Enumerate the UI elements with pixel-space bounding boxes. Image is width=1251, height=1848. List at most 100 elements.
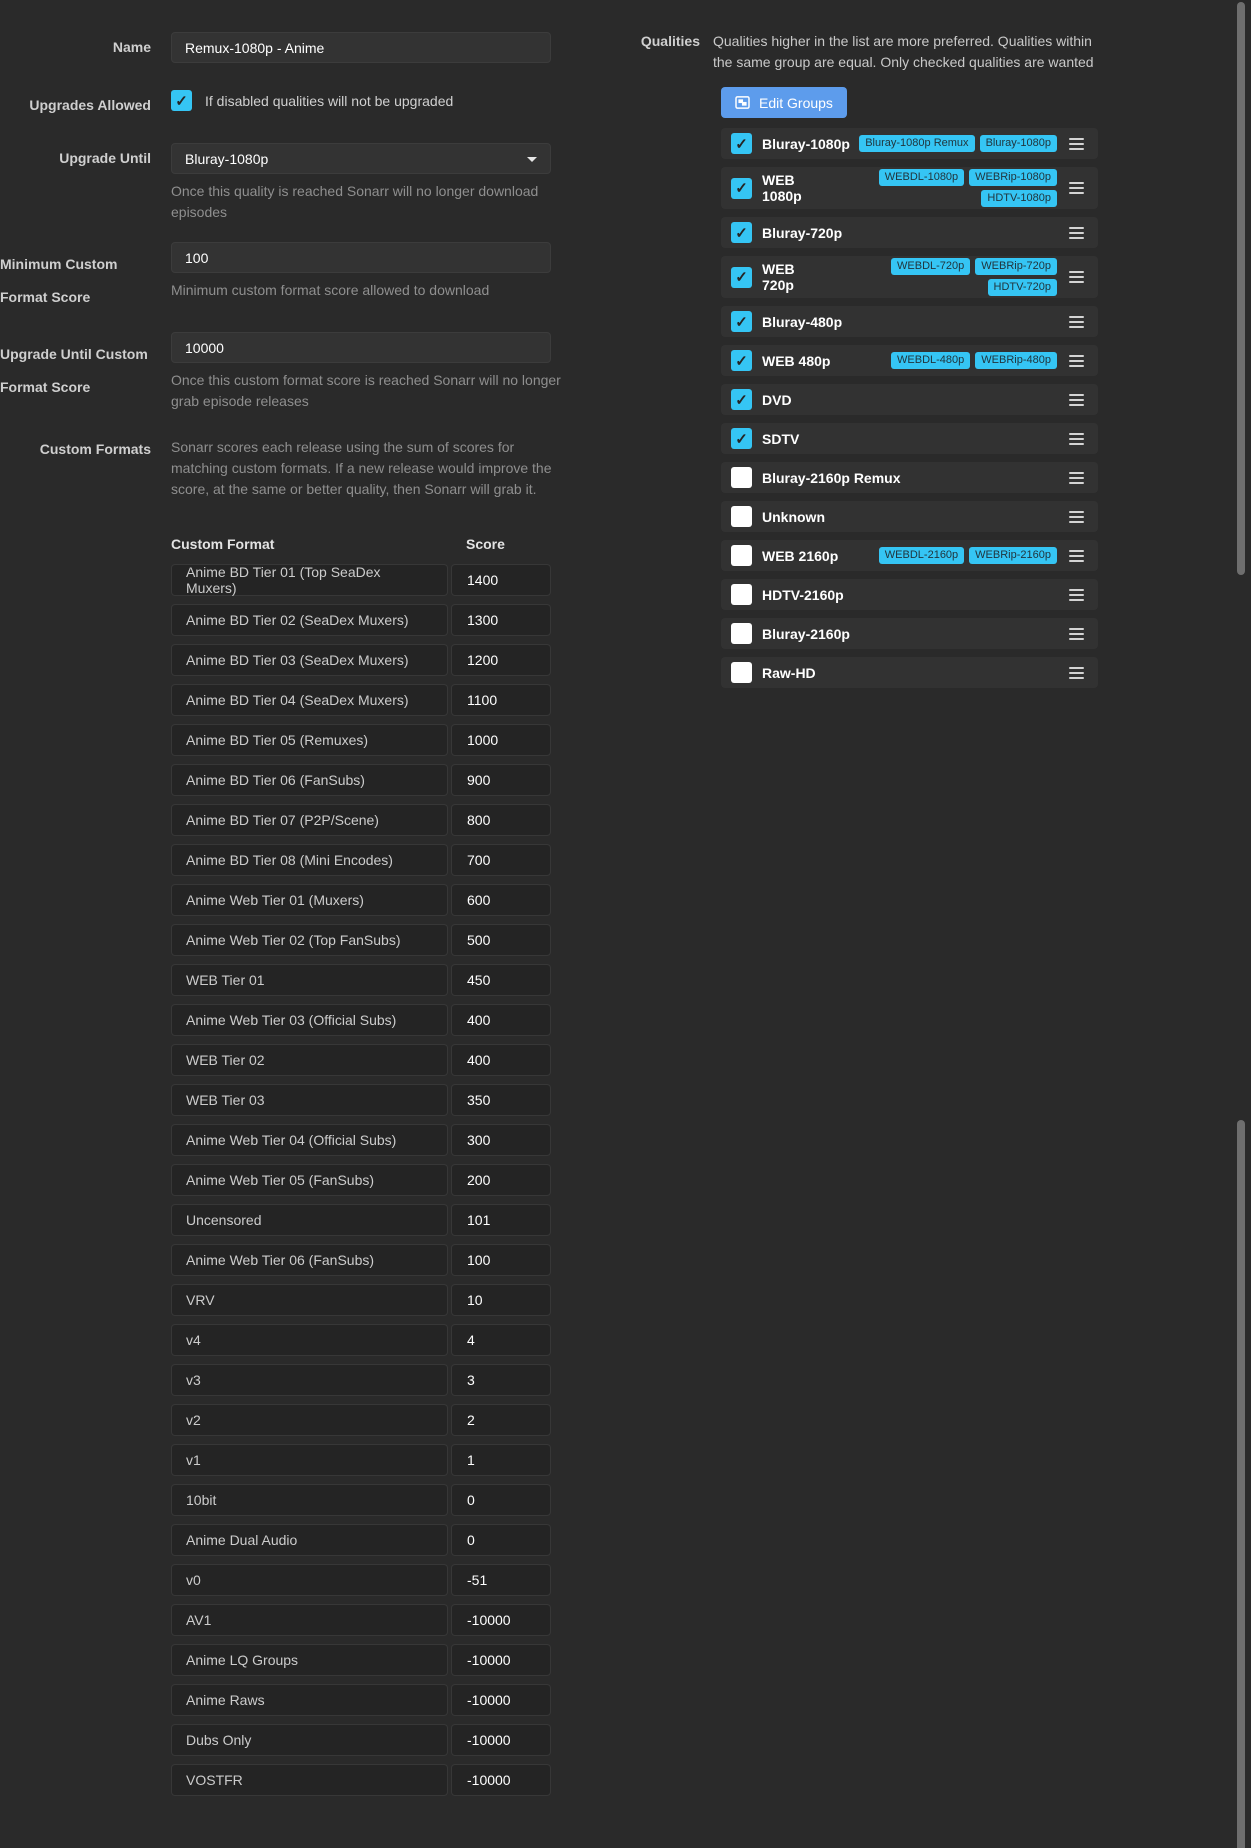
custom-format-score-input[interactable]: 450: [451, 964, 551, 996]
quality-checkbox[interactable]: [731, 623, 752, 644]
custom-format-score-input[interactable]: 101: [451, 1204, 551, 1236]
custom-format-score-input[interactable]: 10: [451, 1284, 551, 1316]
custom-format-name: Anime Web Tier 02 (Top FanSubs): [171, 924, 448, 956]
quality-checkbox[interactable]: ✓: [731, 389, 752, 410]
custom-format-name: Uncensored: [171, 1204, 448, 1236]
custom-format-score-input[interactable]: 0: [451, 1524, 551, 1556]
custom-format-score-input[interactable]: 1300: [451, 604, 551, 636]
quality-checkbox[interactable]: ✓: [731, 133, 752, 154]
custom-format-score-input[interactable]: 1400: [451, 564, 551, 596]
drag-handle-icon[interactable]: [1069, 394, 1084, 406]
drag-handle-icon[interactable]: [1069, 355, 1084, 367]
custom-format-score-input[interactable]: 700: [451, 844, 551, 876]
custom-format-name: Anime Web Tier 05 (FanSubs): [171, 1164, 448, 1196]
quality-checkbox[interactable]: ✓: [731, 428, 752, 449]
custom-format-name: v0: [171, 1564, 448, 1596]
custom-format-row: Uncensored101: [171, 1204, 551, 1236]
quality-checkbox[interactable]: [731, 584, 752, 605]
custom-format-score-input[interactable]: 1: [451, 1444, 551, 1476]
quality-row: ✓SDTV: [721, 423, 1098, 454]
drag-handle-icon[interactable]: [1069, 511, 1084, 523]
edit-groups-button[interactable]: Edit Groups: [721, 87, 847, 118]
drag-handle-icon[interactable]: [1069, 316, 1084, 328]
quality-checkbox[interactable]: ✓: [731, 222, 752, 243]
custom-format-score-input[interactable]: 400: [451, 1044, 551, 1076]
quality-row: ✓WEB 720pWEBDL-720pWEBRip-720pHDTV-720p: [721, 256, 1098, 298]
custom-format-score-input[interactable]: 4: [451, 1324, 551, 1356]
outer-scrollbar-thumb[interactable]: [1237, 2, 1245, 575]
drag-handle-icon[interactable]: [1069, 433, 1084, 445]
custom-format-score-input[interactable]: 600: [451, 884, 551, 916]
custom-format-row: Dubs Only-10000: [171, 1724, 551, 1756]
quality-name: Unknown: [762, 509, 825, 525]
custom-format-score-input[interactable]: 1200: [451, 644, 551, 676]
custom-format-score-input[interactable]: 200: [451, 1164, 551, 1196]
drag-handle-icon[interactable]: [1069, 271, 1084, 283]
custom-format-score-input[interactable]: 900: [451, 764, 551, 796]
drag-handle-icon[interactable]: [1069, 589, 1084, 601]
custom-format-score-input[interactable]: 800: [451, 804, 551, 836]
quality-checkbox[interactable]: ✓: [731, 267, 752, 288]
drag-handle-icon[interactable]: [1069, 138, 1084, 150]
custom-format-score-input[interactable]: 3: [451, 1364, 551, 1396]
drag-handle-icon[interactable]: [1069, 472, 1084, 484]
custom-format-score-input[interactable]: -10000: [451, 1644, 551, 1676]
min-cfs-input[interactable]: [171, 242, 551, 273]
custom-format-name: v3: [171, 1364, 448, 1396]
custom-format-row: Anime Web Tier 02 (Top FanSubs)500: [171, 924, 551, 956]
custom-format-score-input[interactable]: 2: [451, 1404, 551, 1436]
custom-format-score-input[interactable]: -51: [451, 1564, 551, 1596]
custom-format-score-input[interactable]: -10000: [451, 1604, 551, 1636]
quality-row: ✓WEB 480pWEBDL-480pWEBRip-480p: [721, 345, 1098, 376]
quality-checkbox[interactable]: [731, 662, 752, 683]
quality-checkbox[interactable]: [731, 506, 752, 527]
custom-format-name: Anime Web Tier 04 (Official Subs): [171, 1124, 448, 1156]
custom-format-row: Anime Web Tier 04 (Official Subs)300: [171, 1124, 551, 1156]
quality-checkbox[interactable]: [731, 467, 752, 488]
custom-format-score-input[interactable]: -10000: [451, 1724, 551, 1756]
custom-format-score-input[interactable]: 100: [451, 1244, 551, 1276]
quality-checkbox[interactable]: ✓: [731, 311, 752, 332]
drag-handle-icon[interactable]: [1069, 628, 1084, 640]
name-label: Name: [0, 32, 151, 63]
upgrades-allowed-checkbox[interactable]: ✓: [171, 90, 192, 111]
drag-handle-icon[interactable]: [1069, 667, 1084, 679]
custom-format-name: AV1: [171, 1604, 448, 1636]
custom-format-score-input[interactable]: 1100: [451, 684, 551, 716]
custom-format-score-input[interactable]: 500: [451, 924, 551, 956]
upgrades-allowed-text: If disabled qualities will not be upgrad…: [205, 93, 453, 109]
drag-handle-icon[interactable]: [1069, 182, 1084, 194]
upgrade-until-cfs-help: Once this custom format score is reached…: [171, 370, 563, 412]
custom-format-score-input[interactable]: 1000: [451, 724, 551, 756]
quality-name: WEB 480p: [762, 353, 830, 369]
inner-scrollbar-thumb[interactable]: [1237, 1120, 1245, 1848]
quality-checkbox[interactable]: ✓: [731, 178, 752, 199]
quality-name: Bluray-1080p: [762, 136, 850, 152]
upgrade-until-value: Bluray-1080p: [185, 151, 268, 167]
quality-badge: HDTV-1080p: [981, 190, 1057, 207]
upgrade-until-select[interactable]: Bluray-1080p: [171, 143, 551, 174]
name-input[interactable]: [171, 32, 551, 63]
upgrade-until-help: Once this quality is reached Sonarr will…: [171, 181, 563, 223]
drag-handle-icon[interactable]: [1069, 227, 1084, 239]
custom-format-score-input[interactable]: 400: [451, 1004, 551, 1036]
custom-format-score-input[interactable]: 0: [451, 1484, 551, 1516]
custom-format-score-input[interactable]: 300: [451, 1124, 551, 1156]
quality-checkbox[interactable]: ✓: [731, 350, 752, 371]
custom-format-row: Anime Dual Audio0: [171, 1524, 551, 1556]
custom-format-score-input[interactable]: 350: [451, 1084, 551, 1116]
quality-name: Raw-HD: [762, 665, 816, 681]
drag-handle-icon[interactable]: [1069, 550, 1084, 562]
quality-checkbox[interactable]: [731, 545, 752, 566]
custom-format-row: Anime Web Tier 06 (FanSubs)100: [171, 1244, 551, 1276]
upgrade-until-cfs-input[interactable]: [171, 332, 551, 363]
custom-format-row: VOSTFR-10000: [171, 1764, 551, 1796]
quality-row: Bluray-2160p Remux: [721, 462, 1098, 493]
custom-format-row: WEB Tier 01450: [171, 964, 551, 996]
quality-name: WEB 720p: [762, 261, 827, 293]
custom-formats-description: Sonarr scores each release using the sum…: [171, 437, 563, 500]
check-icon: ✓: [735, 179, 748, 197]
quality-row: ✓Bluray-480p: [721, 306, 1098, 337]
custom-format-score-input[interactable]: -10000: [451, 1764, 551, 1796]
custom-format-score-input[interactable]: -10000: [451, 1684, 551, 1716]
